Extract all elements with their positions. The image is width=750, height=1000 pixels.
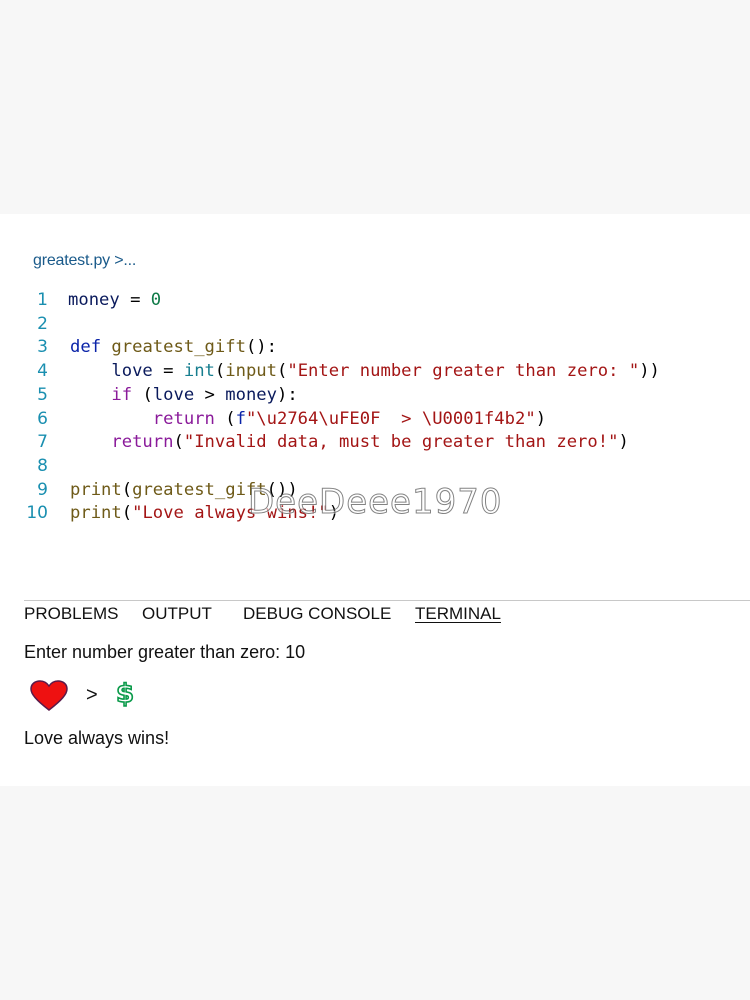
line-number: 5: [37, 384, 48, 405]
line-number: 10: [26, 503, 48, 524]
code-token: f: [235, 408, 246, 429]
code-text: return (f"\u2764\uFE0F > \U0001f4b2"): [70, 407, 546, 431]
code-line[interactable]: 7 return("Invalid data, must be greater …: [0, 430, 750, 454]
code-token: ):: [277, 384, 298, 405]
heavy-dollar-sign-icon: $: [115, 678, 135, 710]
code-text: return("Invalid data, must be greater th…: [70, 430, 629, 454]
line-number: 9: [37, 479, 48, 500]
code-token: love: [70, 361, 153, 382]
tab-terminal[interactable]: TERMINAL: [415, 604, 501, 624]
tab-output[interactable]: OUTPUT: [142, 604, 212, 624]
code-text: love = int(input("Enter number greater t…: [70, 359, 660, 383]
code-token: if: [70, 384, 133, 405]
terminal-output-line: Love always wins!: [24, 728, 170, 748]
code-line[interactable]: 9 print(greatest_gift()): [0, 478, 750, 502]
tab-debug-console[interactable]: DEBUG CONSOLE: [243, 604, 391, 624]
code-token: (: [173, 432, 184, 453]
code-token: ): [535, 408, 547, 429]
code-token: love: [152, 384, 195, 405]
code-line[interactable]: 3 def greatest_gift():: [0, 335, 750, 359]
code-line[interactable]: 2: [0, 312, 750, 336]
code-token: ()): [266, 479, 298, 500]
code-text: print("Love always wins!"): [70, 501, 339, 525]
code-token: money: [68, 290, 120, 310]
line-number: 6: [37, 408, 48, 429]
code-token: 0: [150, 290, 162, 310]
code-token: )): [639, 361, 660, 382]
code-token: money: [225, 384, 277, 405]
code-token: ): [618, 432, 629, 453]
code-line[interactable]: 4 love = int(input("Enter number greater…: [0, 359, 750, 383]
panel-divider: [24, 600, 750, 601]
line-number: 4: [37, 361, 48, 382]
breadcrumb[interactable]: greatest.py >...: [33, 252, 136, 270]
code-token: ): [328, 503, 340, 524]
code-token: print: [70, 479, 122, 500]
line-number: 7: [37, 432, 48, 453]
tab-problems[interactable]: PROBLEMS: [24, 604, 118, 624]
code-token: int: [183, 361, 215, 382]
code-token: "Love always wins!": [132, 503, 329, 524]
code-token: (: [277, 361, 288, 382]
code-token: "Enter number greater than zero: ": [287, 361, 640, 382]
code-token: >: [194, 384, 226, 405]
code-text: if (love > money):: [70, 383, 298, 407]
code-line[interactable]: 5 if (love > money):: [0, 383, 750, 407]
terminal-prompt-line: Enter number greater than zero: 10: [24, 642, 306, 662]
code-line[interactable]: 1 money = 0: [0, 288, 750, 312]
red-heart-icon: [30, 680, 68, 711]
code-token: def: [70, 337, 102, 358]
code-token: greatest_gift: [132, 479, 267, 500]
line-number: 1: [37, 290, 48, 310]
code-token: (: [132, 384, 153, 405]
code-line[interactable]: 10 print("Love always wins!"): [0, 501, 750, 525]
code-token: =: [119, 290, 151, 310]
code-token: (: [214, 408, 236, 429]
greater-than-operator: >: [86, 684, 98, 706]
code-token: (: [121, 479, 133, 500]
svg-text:$: $: [116, 679, 134, 709]
code-text: def greatest_gift():: [70, 335, 277, 359]
code-text: money = 0: [68, 288, 161, 312]
code-token: (: [121, 503, 133, 524]
code-token: return: [70, 408, 215, 429]
code-token: "\u2764\uFE0F > \U0001f4b2": [245, 408, 536, 429]
code-token: =: [152, 361, 184, 382]
code-token: "Invalid data, must be greater than zero…: [183, 432, 619, 453]
code-token: input: [225, 361, 277, 382]
code-line[interactable]: 6 return (f"\u2764\uFE0F > \U0001f4b2"): [0, 407, 750, 431]
code-token: (: [214, 361, 226, 382]
editor-screenshot-card: greatest.py >... 1 money = 0 2 3 def greates…: [0, 214, 750, 786]
code-token: greatest_gift: [111, 337, 246, 358]
code-text: print(greatest_gift()): [70, 478, 298, 502]
line-number: 8: [37, 455, 48, 476]
line-number: 2: [37, 313, 48, 334]
code-token: ():: [245, 337, 277, 358]
code-token: return: [70, 432, 174, 453]
code-line[interactable]: 8: [0, 454, 750, 478]
code-token: print: [70, 503, 122, 524]
line-number: 3: [37, 337, 48, 358]
